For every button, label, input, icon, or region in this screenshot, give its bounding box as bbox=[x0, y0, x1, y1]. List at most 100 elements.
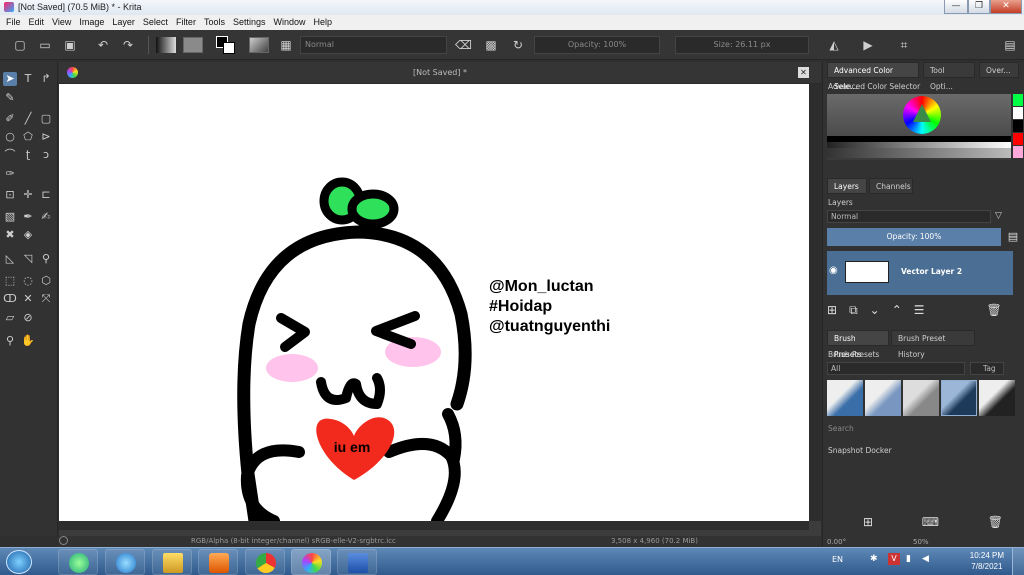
antivirus-icon[interactable]: V bbox=[888, 553, 900, 565]
blend-mode-select[interactable]: Normal bbox=[300, 36, 447, 54]
workspace-chooser-icon[interactable]: ▤ bbox=[1002, 37, 1018, 53]
taskbar-krita[interactable] bbox=[291, 549, 331, 575]
new-document-icon[interactable]: ▢ bbox=[12, 37, 28, 53]
taskbar-app-1[interactable] bbox=[58, 549, 98, 575]
swatch-black[interactable] bbox=[1013, 120, 1023, 132]
duplicate-layer-icon[interactable]: ⧉ bbox=[849, 302, 858, 318]
transform-tool-icon[interactable]: ⊡ bbox=[3, 188, 17, 202]
smart-patch-tool-icon[interactable]: ✖ bbox=[3, 228, 17, 242]
eraser-mode-icon[interactable]: ⌫ bbox=[455, 37, 472, 53]
crop-tool-icon[interactable]: ⊏ bbox=[39, 188, 53, 202]
swatch-white[interactable] bbox=[1013, 107, 1023, 119]
document-tab[interactable]: [Not Saved] * ✕ bbox=[59, 62, 821, 84]
swatch-pink[interactable] bbox=[1013, 146, 1023, 158]
measure-tool-icon[interactable]: ◹ bbox=[21, 252, 35, 266]
taskbar-file-explorer[interactable] bbox=[152, 549, 192, 575]
ellipse-tool-icon[interactable]: ○ bbox=[3, 130, 17, 144]
pan-tool-icon[interactable]: ✋ bbox=[21, 334, 35, 348]
menu-help[interactable]: Help bbox=[314, 15, 333, 30]
save-icon[interactable]: ▣ bbox=[62, 37, 78, 53]
move-tool-icon[interactable]: ✛ bbox=[21, 188, 35, 202]
opacity-slider[interactable]: Opacity: 100% bbox=[534, 36, 660, 54]
maximize-button[interactable]: ❐ bbox=[968, 0, 990, 14]
fill-tool-icon[interactable]: ◈ bbox=[21, 228, 35, 242]
add-layer-icon[interactable]: ⊞ bbox=[827, 302, 837, 318]
layer-name[interactable]: Vector Layer 2 bbox=[901, 267, 962, 276]
redo-icon[interactable]: ↷ bbox=[120, 37, 136, 53]
layer-row[interactable]: ◉ Vector Layer 2 bbox=[827, 251, 1013, 295]
move-layer-down-icon[interactable]: ⌄ bbox=[870, 302, 880, 318]
brush-tag-select[interactable]: Tag bbox=[970, 362, 1004, 375]
move-layer-up-icon[interactable]: ⌃ bbox=[892, 302, 902, 318]
multibrush-tool-icon[interactable]: ✑ bbox=[3, 167, 17, 181]
horizontal-scrollbar[interactable] bbox=[59, 521, 809, 530]
layer-visibility-icon[interactable]: ◉ bbox=[829, 265, 838, 276]
taskbar-internet-explorer[interactable] bbox=[105, 549, 145, 575]
zoom-tool-icon[interactable]: ⚲ bbox=[3, 334, 17, 348]
taskbar-chrome[interactable] bbox=[245, 549, 285, 575]
preserve-alpha-icon[interactable]: ▩ bbox=[483, 37, 499, 53]
brush-preset-item[interactable] bbox=[865, 380, 901, 416]
system-clock[interactable]: 10:24 PM 7/8/2021 bbox=[970, 550, 1004, 572]
pattern-preset-icon[interactable] bbox=[183, 37, 203, 53]
delete-snapshot-icon[interactable]: 🗑 bbox=[988, 515, 1003, 529]
brush-preset-item-selected[interactable] bbox=[941, 380, 977, 416]
show-desktop-button[interactable] bbox=[1012, 548, 1024, 575]
saturation-triangle[interactable] bbox=[913, 104, 931, 122]
fg-bg-color-icon[interactable] bbox=[216, 36, 236, 54]
shade-bar-light[interactable] bbox=[827, 148, 1011, 158]
mirror-horizontal-icon[interactable]: ◭ bbox=[826, 37, 842, 53]
language-indicator[interactable]: EN bbox=[832, 555, 843, 564]
tab-brush-presets[interactable]: Brush Presets bbox=[827, 330, 889, 359]
gradient-tool-icon[interactable]: ▧ bbox=[3, 210, 17, 224]
select-shapes-tool-icon[interactable]: ➤ bbox=[3, 72, 17, 86]
close-document-icon[interactable]: ✕ bbox=[798, 67, 809, 78]
layer-settings-icon[interactable]: ☰ bbox=[914, 302, 925, 318]
reload-preset-icon[interactable]: ↻ bbox=[510, 37, 526, 53]
swatch-green[interactable] bbox=[1013, 94, 1023, 106]
switch-snapshot-icon[interactable]: ⌨ bbox=[922, 515, 939, 529]
layer-properties-icon[interactable]: ▤ bbox=[1005, 228, 1021, 246]
magnetic-selection-tool-icon[interactable]: ⊘ bbox=[21, 311, 35, 325]
add-snapshot-icon[interactable]: ⊞ bbox=[863, 515, 873, 529]
swatch-red[interactable] bbox=[1013, 133, 1023, 145]
freehand-brush-tool-icon[interactable]: ✐ bbox=[3, 112, 17, 126]
brush-search-input[interactable]: Search bbox=[828, 424, 1018, 433]
similar-selection-tool-icon[interactable]: ⤧ bbox=[39, 292, 53, 306]
reference-tool-icon[interactable]: ⚲ bbox=[39, 252, 53, 266]
taskbar-word[interactable] bbox=[337, 549, 377, 575]
bezier-tool-icon[interactable]: ⌒ bbox=[3, 148, 17, 162]
polyline-tool-icon[interactable]: ⊳ bbox=[39, 130, 53, 144]
volume-icon[interactable]: ◀ bbox=[922, 554, 929, 564]
dynamic-brush-tool-icon[interactable]: ↄ bbox=[39, 148, 53, 162]
wrap-around-icon[interactable]: ⌗ bbox=[896, 37, 912, 53]
brush-filter-select[interactable]: All bbox=[827, 362, 965, 375]
open-folder-icon[interactable]: ▭ bbox=[37, 37, 53, 53]
delete-layer-icon[interactable]: 🗑 bbox=[987, 302, 1002, 318]
layer-blend-mode-select[interactable]: Normal bbox=[827, 210, 991, 223]
freehand-selection-tool-icon[interactable]: ↀ bbox=[3, 292, 17, 306]
layer-filter-icon[interactable]: ▽ bbox=[995, 210, 1021, 223]
tab-overview[interactable]: Over... bbox=[979, 62, 1019, 78]
polygon-selection-tool-icon[interactable]: ⬡ bbox=[39, 274, 53, 288]
tab-advanced-color-selector[interactable]: Advanced Color Sele... bbox=[827, 62, 919, 91]
brush-preset-icon[interactable] bbox=[249, 37, 269, 53]
gradient-preset-icon[interactable] bbox=[156, 37, 176, 53]
brush-preset-item[interactable] bbox=[979, 380, 1015, 416]
text-tool-icon[interactable]: T bbox=[21, 72, 35, 86]
vertical-scrollbar[interactable] bbox=[809, 84, 821, 521]
rectangle-selection-tool-icon[interactable]: ⬚ bbox=[3, 274, 17, 288]
menu-select[interactable]: Select bbox=[143, 15, 168, 30]
menu-image[interactable]: Image bbox=[79, 15, 104, 30]
menu-settings[interactable]: Settings bbox=[233, 15, 266, 30]
menu-file[interactable]: File bbox=[6, 15, 21, 30]
tab-tool-options[interactable]: Tool Opti... bbox=[923, 62, 975, 91]
color-selector-widget[interactable] bbox=[827, 94, 1011, 160]
colorize-mask-tool-icon[interactable]: ✍ bbox=[39, 210, 53, 224]
layer-opacity-slider[interactable]: Opacity: 100% bbox=[827, 228, 1001, 246]
start-button[interactable] bbox=[6, 550, 32, 574]
tab-channels[interactable]: Channels bbox=[869, 178, 913, 194]
ellipse-selection-tool-icon[interactable]: ◌ bbox=[21, 274, 35, 288]
menu-filter[interactable]: Filter bbox=[176, 15, 196, 30]
menu-window[interactable]: Window bbox=[273, 15, 305, 30]
